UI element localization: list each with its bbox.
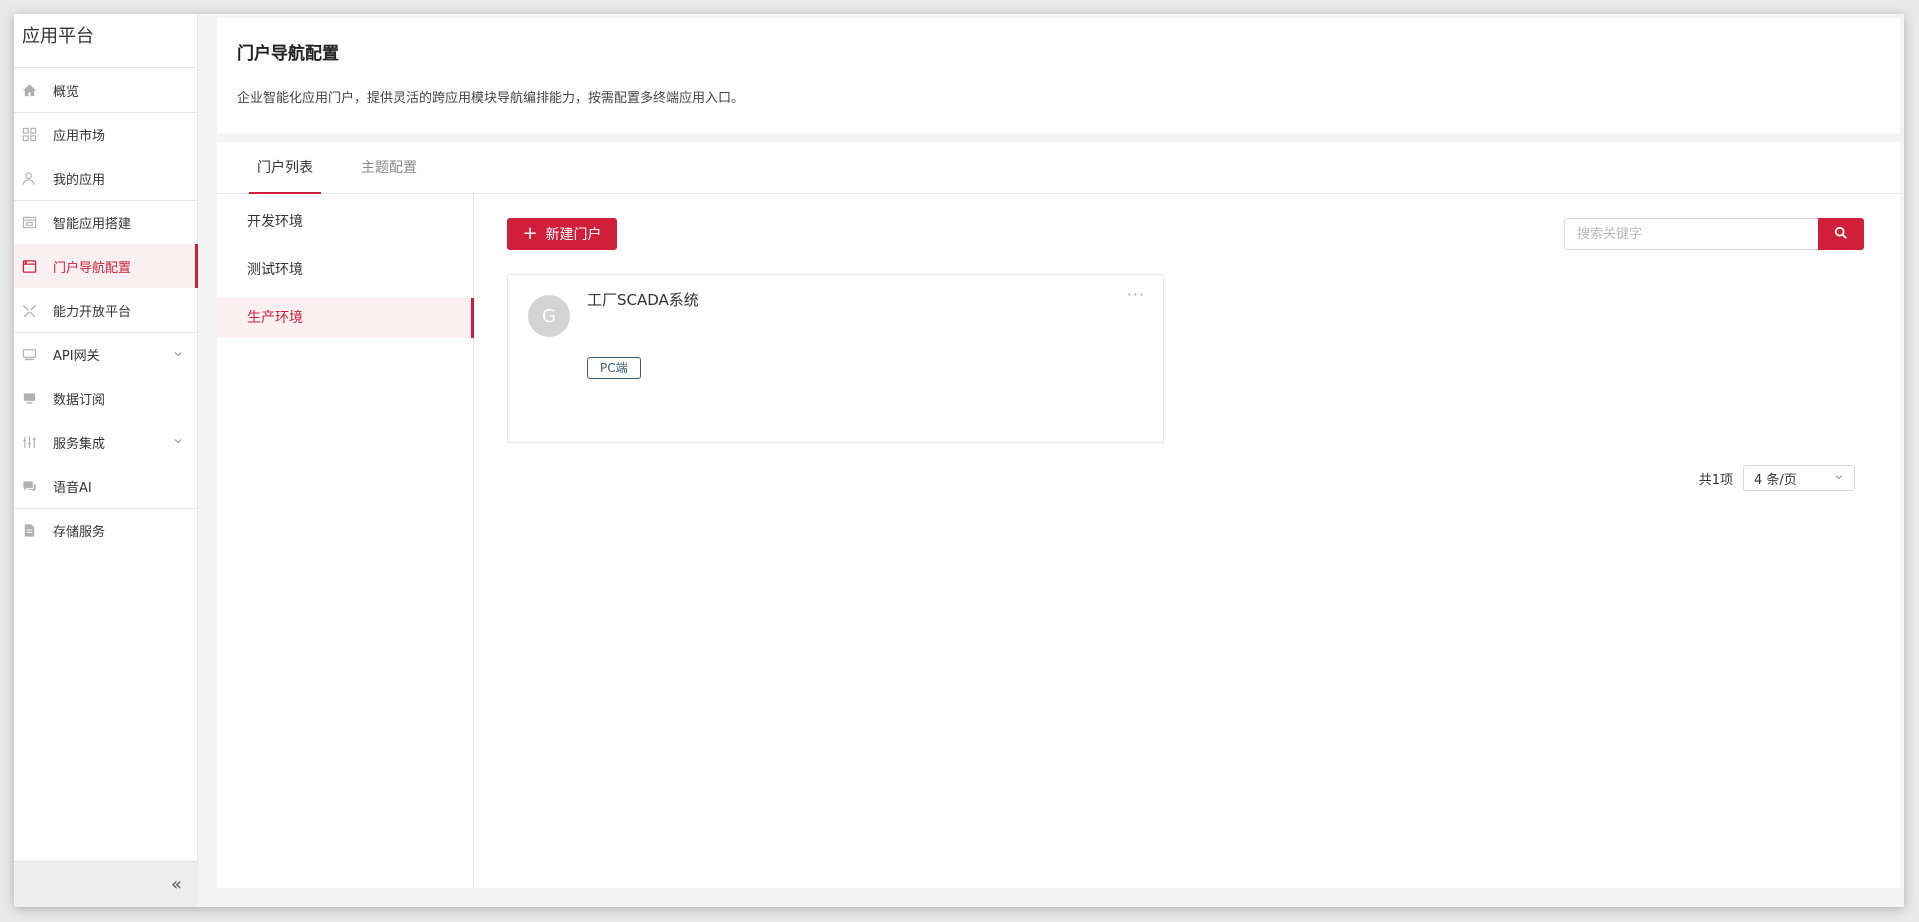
sidebar-item-label: 服务集成 — [53, 436, 106, 452]
page-header: 门户导航配置 企业智能化应用门户，提供灵活的跨应用模块导航编排能力，按需配置多终… — [217, 18, 1900, 133]
sidebar-item-smart-builder[interactable]: 智能应用搭建 — [14, 200, 197, 244]
page-description: 企业智能化应用门户，提供灵活的跨应用模块导航编排能力，按需配置多终端应用入口。 — [237, 91, 745, 106]
sidebar-item-data-subscription[interactable]: 数据订阅 — [14, 376, 197, 420]
sidebar-nav: 概览 应用市场 我的应用 智能应用搭建 门户导航配置 能力开放平台 API网关 … — [14, 68, 198, 552]
sidebar-item-label: 数据订阅 — [53, 392, 106, 408]
builder-icon — [21, 215, 37, 231]
sidebar-item-open-platform[interactable]: 能力开放平台 — [14, 288, 197, 332]
search-button[interactable] — [1818, 218, 1864, 250]
search-bar — [1564, 218, 1864, 250]
sidebar-item-label: 智能应用搭建 — [53, 217, 132, 232]
more-options-icon[interactable]: ··· — [1127, 285, 1145, 304]
sidebar-item-storage[interactable]: 存储服务 — [14, 508, 197, 552]
search-icon — [1834, 226, 1848, 243]
platform-tag: PC端 — [587, 357, 641, 379]
server-icon — [21, 347, 37, 363]
sidebar-item-label: 我的应用 — [53, 172, 106, 188]
chevron-down-icon — [173, 435, 183, 450]
sidebar-item-voice-ai[interactable]: 语音AI — [14, 464, 197, 508]
pagination-total: 共1项 — [1698, 472, 1733, 488]
sidebar-item-overview[interactable]: 概览 — [14, 68, 197, 112]
double-chevron-left-icon: « — [170, 874, 182, 895]
collapse-sidebar-button[interactable]: « — [14, 861, 198, 907]
file-icon — [21, 523, 37, 539]
search-input[interactable] — [1564, 218, 1818, 250]
user-icon — [21, 170, 37, 186]
app-window: 应用平台 概览 应用市场 我的应用 智能应用搭建 门户导航配置 能力开放平台 A… — [14, 14, 1904, 907]
sidebar-item-label: API网关 — [53, 349, 100, 364]
main-panel: 门户列表 主题配置 开发环境 测试环境 生产环境 + 新建门户 搜索关键字 G … — [217, 142, 1900, 888]
environment-list: 开发环境 测试环境 生产环境 — [217, 194, 474, 888]
tab-bar: 门户列表 主题配置 — [217, 142, 1900, 194]
chevron-down-icon — [1834, 471, 1844, 486]
sidebar-item-service-integration[interactable]: 服务集成 — [14, 420, 197, 464]
page-title: 门户导航配置 — [237, 44, 339, 64]
window-icon — [21, 258, 37, 274]
portal-card[interactable]: G 工厂SCADA系统 ··· PC端 — [507, 274, 1164, 443]
sidebar-item-label: 应用市场 — [53, 129, 106, 144]
portal-content: + 新建门户 G 工厂SCADA系统 ··· PC端 共1项 — [475, 194, 1900, 888]
tools-icon — [21, 302, 37, 318]
home-icon — [21, 82, 37, 98]
page-size-select[interactable]: 4 条/页 — [1743, 465, 1855, 491]
sidebar-item-label: 能力开放平台 — [53, 304, 132, 320]
sliders-icon — [21, 434, 37, 450]
chat-icon — [21, 478, 37, 494]
sidebar-item-app-market[interactable]: 应用市场 — [14, 112, 197, 156]
grid-icon — [21, 127, 37, 143]
sidebar: 应用平台 概览 应用市场 我的应用 智能应用搭建 门户导航配置 能力开放平台 A… — [14, 14, 198, 907]
new-portal-label: 新建门户 — [545, 227, 602, 243]
sidebar-item-api-gateway[interactable]: API网关 — [14, 332, 197, 376]
avatar: G — [528, 295, 570, 337]
sidebar-item-label: 门户导航配置 — [53, 260, 132, 276]
new-portal-button[interactable]: + 新建门户 — [507, 218, 617, 250]
plus-icon: + — [522, 223, 538, 244]
tab-theme-config[interactable]: 主题配置 — [361, 142, 417, 194]
pagination: 共1项 4 条/页 — [1699, 465, 1855, 491]
sidebar-item-portal-nav[interactable]: 门户导航配置 — [14, 244, 198, 288]
sidebar-item-label: 概览 — [53, 84, 80, 100]
sidebar-item-label: 存储服务 — [53, 525, 106, 540]
portal-name: 工厂SCADA系统 — [587, 291, 699, 309]
brand-title: 应用平台 — [14, 14, 197, 68]
monitor-icon — [21, 390, 37, 406]
page-size-value: 4 条/页 — [1754, 472, 1797, 488]
tab-portal-list[interactable]: 门户列表 — [249, 142, 321, 194]
sidebar-item-label: 语音AI — [53, 480, 92, 496]
env-item-test[interactable]: 测试环境 — [217, 250, 473, 290]
env-item-prod[interactable]: 生产环境 — [217, 298, 474, 338]
chevron-down-icon — [173, 348, 183, 363]
sidebar-item-my-apps[interactable]: 我的应用 — [14, 156, 197, 200]
env-item-dev[interactable]: 开发环境 — [217, 202, 473, 242]
